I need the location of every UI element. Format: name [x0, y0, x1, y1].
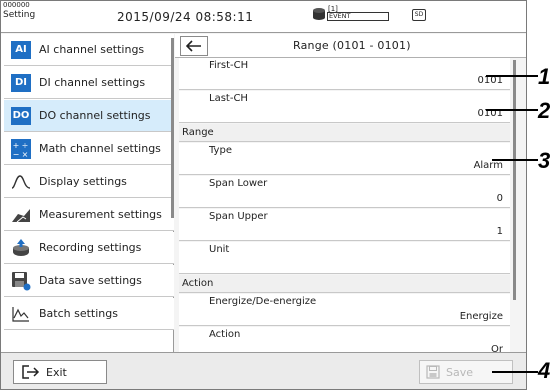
- range-section-label: Range: [182, 127, 214, 138]
- energize-value: Energize: [459, 311, 503, 322]
- status-id: 000000: [3, 1, 30, 9]
- callout-number-3: 3: [538, 148, 551, 173]
- action-section-header: Action: [179, 275, 510, 293]
- data-save-icon: [11, 271, 31, 291]
- exit-button[interactable]: Exit: [13, 360, 107, 384]
- math-icon: + ÷ − ×: [11, 138, 31, 159]
- menu-item-batch[interactable]: Batch settings: [4, 298, 174, 330]
- event-indicator: EVENT: [327, 12, 389, 21]
- callout-line-3: [492, 159, 538, 161]
- menu-item-display[interactable]: Display settings: [4, 166, 174, 198]
- span-lower-label: Span Lower: [209, 178, 268, 189]
- action-section-label: Action: [182, 278, 214, 289]
- svg-text:÷: ÷: [22, 141, 29, 150]
- di-badge-icon: DI: [11, 73, 31, 93]
- status-mode: Setting: [3, 10, 36, 20]
- callout-number-1: 1: [538, 64, 551, 89]
- type-row[interactable]: Type Alarm: [179, 143, 510, 175]
- menu-item-math-channel[interactable]: + ÷ − × Math channel settings: [4, 133, 174, 165]
- span-lower-value: 0: [496, 193, 503, 204]
- menu-item-label: Recording settings: [39, 241, 142, 254]
- menu-item-label: Display settings: [39, 175, 127, 188]
- do-badge-icon: DO: [11, 106, 31, 126]
- menu-item-label: DO channel settings: [39, 109, 151, 122]
- type-label: Type: [209, 145, 232, 156]
- list-scrollbar[interactable]: [513, 60, 516, 300]
- action-label: Action: [209, 329, 241, 340]
- disk-icon: [313, 8, 325, 22]
- last-ch-label: Last-CH: [209, 93, 248, 104]
- ai-badge-icon: AI: [11, 40, 31, 60]
- svg-text:−: −: [13, 150, 20, 159]
- range-section-header: Range: [179, 124, 510, 142]
- svg-text:+: +: [13, 141, 20, 150]
- unit-row[interactable]: Unit: [179, 242, 510, 274]
- menu-item-di-channel[interactable]: DI DI channel settings: [4, 67, 174, 99]
- page-title: Range (0101 - 0101): [293, 39, 411, 52]
- type-value: Alarm: [473, 160, 503, 171]
- device-screen: 000000 Setting 2015/09/24 08:58:11 [1] E…: [0, 0, 527, 390]
- display-wave-icon: [11, 172, 31, 192]
- callout-line-4: [492, 371, 538, 373]
- last-ch-row[interactable]: Last-CH 0101: [179, 91, 510, 123]
- settings-list: First-CH 0101 Last-CH 0101 Range Type Al…: [179, 58, 510, 352]
- callout-line-1: [486, 75, 538, 77]
- menu-item-label: DI channel settings: [39, 76, 146, 89]
- span-upper-value: 1: [496, 226, 503, 237]
- menu-item-recording[interactable]: Recording settings: [4, 232, 174, 264]
- menu-item-label: Batch settings: [39, 307, 118, 320]
- exit-label: Exit: [46, 365, 67, 379]
- panel-title-bar: Range (0101 - 0101): [175, 34, 526, 58]
- back-button[interactable]: [180, 36, 208, 56]
- recording-icon: [11, 238, 31, 258]
- menu-item-data-save[interactable]: Data save settings: [4, 265, 174, 297]
- first-ch-row[interactable]: First-CH 0101: [179, 58, 510, 90]
- measurement-icon: [11, 205, 31, 225]
- settings-menu: AI AI channel settings DI DI channel set…: [1, 34, 174, 352]
- exit-icon: [22, 365, 40, 379]
- menu-item-label: Measurement settings: [39, 208, 162, 221]
- span-lower-row[interactable]: Span Lower 0: [179, 176, 510, 208]
- action-row[interactable]: Action Or: [179, 327, 510, 352]
- unit-label: Unit: [209, 244, 230, 255]
- menu-item-label: Data save settings: [39, 274, 142, 287]
- bottom-bar: Exit Save: [1, 352, 526, 389]
- menu-item-label: Math channel settings: [39, 142, 161, 155]
- callout-line-2: [486, 109, 538, 111]
- status-bar: 000000 Setting 2015/09/24 08:58:11 [1] E…: [1, 1, 526, 33]
- action-value: Or: [491, 344, 503, 352]
- menu-scrollbar[interactable]: [171, 38, 174, 218]
- span-upper-row[interactable]: Span Upper 1: [179, 209, 510, 241]
- menu-item-label: AI channel settings: [39, 43, 145, 56]
- save-label: Save: [446, 365, 474, 379]
- save-disk-icon: [426, 365, 440, 379]
- energize-label: Energize/De-energize: [209, 296, 317, 307]
- batch-icon: [11, 304, 31, 324]
- span-upper-label: Span Upper: [209, 211, 268, 222]
- callout-number-2: 2: [538, 98, 551, 123]
- status-datetime: 2015/09/24 08:58:11: [117, 10, 254, 24]
- menu-item-ai-channel[interactable]: AI AI channel settings: [4, 34, 174, 66]
- first-ch-label: First-CH: [209, 60, 249, 71]
- arrow-left-icon: [186, 40, 201, 52]
- energize-row[interactable]: Energize/De-energize Energize: [179, 294, 510, 326]
- callout-number-4: 4: [538, 358, 551, 383]
- svg-text:×: ×: [22, 150, 29, 159]
- menu-item-measurement[interactable]: Measurement settings: [4, 199, 174, 231]
- menu-item-do-channel[interactable]: DO DO channel settings: [4, 100, 174, 132]
- sd-card-icon: SD: [412, 9, 426, 21]
